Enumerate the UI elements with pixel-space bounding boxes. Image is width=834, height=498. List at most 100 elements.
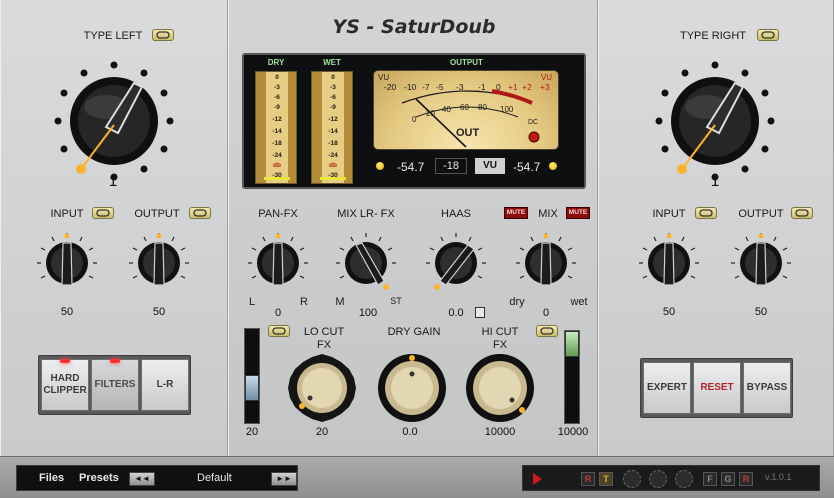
hi-cut-fader-handle[interactable]: [565, 331, 579, 357]
r-toggle[interactable]: R: [581, 472, 595, 486]
r2-toggle[interactable]: R: [739, 472, 753, 486]
output-knob[interactable]: [129, 228, 189, 298]
pan-fx-knob[interactable]: [246, 228, 310, 298]
mix-label: MIX: [538, 208, 558, 220]
t-toggle[interactable]: T: [599, 472, 613, 486]
output-right-label: OUTPUT: [738, 208, 784, 220]
dry-gain-label: DRY GAIN: [387, 326, 441, 338]
vu-mode-button[interactable]: VU: [475, 158, 505, 174]
small-knob-3[interactable]: [675, 470, 693, 488]
input-right-link-icon[interactable]: [695, 207, 717, 219]
right-panel: TYPE RIGHT 1 INPUT OUTPUT 50 50 EXPERT R…: [598, 0, 834, 456]
dry-tick: 0: [275, 74, 279, 81]
mix-lr-st-label: ST: [390, 296, 402, 306]
dry-tick: -12: [272, 116, 282, 123]
preset-name[interactable]: Default: [197, 472, 232, 484]
lo-cut-fader-handle[interactable]: [245, 375, 259, 401]
mix-lr-m-label: M: [335, 296, 345, 308]
filters-button[interactable]: FILTERS: [91, 359, 139, 411]
plugin-title: YS - SaturDoub: [332, 16, 496, 38]
output-right-value: 50: [754, 306, 768, 318]
vu-inner-tick: 60: [460, 103, 469, 112]
filter-link-right-icon[interactable]: [536, 325, 558, 337]
haas-checkbox[interactable]: [475, 307, 485, 318]
lo-cut-fx-label: LO CUT FX: [303, 326, 345, 351]
wet-tick: -12: [328, 116, 338, 123]
input-right-knob[interactable]: [639, 228, 699, 298]
play-icon[interactable]: [533, 473, 542, 485]
vu-tick: -7: [422, 82, 430, 92]
f-toggle[interactable]: F: [703, 472, 717, 486]
input-link-icon[interactable]: [92, 207, 114, 219]
bypass-button[interactable]: BYPASS: [743, 362, 791, 414]
hi-cut-fx-label: HI CUT FX: [481, 326, 519, 351]
output-label: OUTPUT: [134, 208, 180, 220]
vu-dc-label: DC: [528, 119, 539, 126]
dry-tick: db: [273, 162, 281, 169]
type-link-icon[interactable]: [152, 29, 174, 41]
type-right-knob[interactable]: [647, 53, 783, 189]
files-menu[interactable]: Files: [39, 472, 64, 484]
mix-lr-fx-label: MIX LR- FX: [337, 208, 395, 220]
filter-link-left-icon[interactable]: [268, 325, 290, 337]
haas-label: HAAS: [441, 208, 471, 220]
vu-face: VU VU -20 -10 -7 -5 -3 -1 0 +1 +2 +3 0 2…: [373, 70, 559, 150]
type-right-link-icon[interactable]: [757, 29, 779, 41]
hi-cut-fader[interactable]: [564, 330, 580, 424]
wet-tick: -3: [330, 84, 336, 91]
right-button-bar: EXPERT RESET BYPASS: [640, 358, 793, 418]
output-right-knob[interactable]: [731, 228, 791, 298]
lo-cut-fader-value: 20: [245, 426, 259, 438]
wet-meter-scale: 0 -3 -6 -9 -12 -14 -18 -24 db -30: [311, 71, 353, 184]
dry-meter: DRY 0 -3 -6 -9 -12 -14 -18 -24 db -30: [252, 58, 300, 186]
g-toggle[interactable]: G: [721, 472, 735, 486]
input-knob[interactable]: [37, 228, 97, 298]
dry-gain-knob[interactable]: [376, 352, 448, 424]
type-left-knob[interactable]: [46, 53, 182, 189]
mix-knob[interactable]: [514, 228, 578, 298]
lo-cut-fader[interactable]: [244, 328, 260, 424]
l-r-button[interactable]: L-R: [141, 359, 189, 411]
dry-level-bar: [264, 177, 290, 180]
readout-mid[interactable]: -18: [435, 158, 467, 174]
output-link-icon[interactable]: [189, 207, 211, 219]
vu-inner-tick: 100: [500, 105, 514, 114]
hard-clipper-button[interactable]: HARD CLIPPER: [41, 359, 89, 411]
mix-value: 0: [542, 307, 550, 319]
vu-tick: +1: [508, 82, 518, 92]
mix-lr-fx-value: 100: [358, 307, 378, 319]
wet-tick: -14: [328, 128, 338, 135]
expert-button[interactable]: EXPERT: [643, 362, 691, 414]
haas-knob[interactable]: [424, 228, 488, 298]
pan-fx-label: PAN-FX: [258, 208, 298, 220]
haas-mute-button[interactable]: MUTE: [504, 207, 528, 219]
status-bar: R T F G R v.1.0.1: [522, 465, 820, 491]
presets-menu[interactable]: Presets: [79, 472, 119, 484]
plugin-window: TYPE LEFT 1 INPUT OUTPUT 50 50 HARD CLIP…: [0, 0, 834, 498]
wet-tick: -18: [328, 140, 338, 147]
input-right-label: INPUT: [652, 208, 686, 220]
prev-preset-button[interactable]: ◄◄: [129, 472, 155, 486]
vu-inner-tick: 80: [478, 103, 487, 112]
dry-meter-scale: 0 -3 -6 -9 -12 -14 -18 -24 db -30: [255, 71, 297, 184]
output-right-link-icon[interactable]: [791, 207, 813, 219]
vu-inner-tick: 40: [442, 105, 451, 114]
filters-led: [110, 359, 120, 363]
hi-cut-fx-knob[interactable]: [464, 352, 536, 424]
preset-bar: Files Presets ◄◄ Default ►►: [16, 465, 298, 491]
reset-button[interactable]: RESET: [693, 362, 741, 414]
type-left-value: 1: [108, 173, 118, 190]
wet-meter-label: WET: [323, 58, 341, 67]
small-knob-1[interactable]: [623, 470, 641, 488]
hi-cut-fader-value: 10000: [557, 426, 589, 438]
vu-tick: -5: [436, 82, 444, 92]
next-preset-button[interactable]: ►►: [271, 472, 297, 486]
readout-right: -54.7: [513, 160, 541, 174]
dry-tick: -24: [272, 152, 282, 159]
lo-cut-fx-knob[interactable]: [286, 352, 358, 424]
mix-mute-button[interactable]: MUTE: [566, 207, 590, 219]
vu-tick: -10: [404, 82, 417, 92]
mix-lr-fx-knob[interactable]: [334, 228, 398, 298]
small-knob-2[interactable]: [649, 470, 667, 488]
hi-cut-fx-value: 10000: [484, 426, 516, 438]
